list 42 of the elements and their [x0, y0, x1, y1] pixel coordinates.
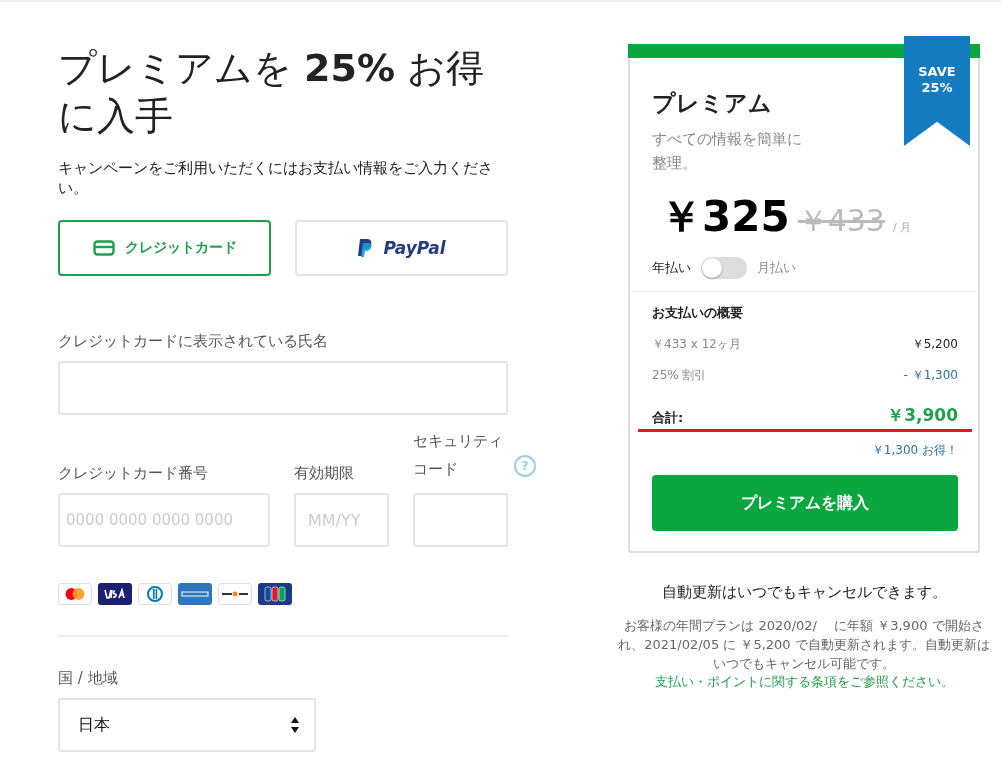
savings-text: ￥1,300 お得！: [871, 442, 958, 459]
plan-name: プレミアム: [652, 89, 773, 118]
page-heading: プレミアムを 25% お得に入手: [58, 45, 486, 140]
field-label: 有効期限: [294, 464, 355, 483]
country-select[interactable]: 日本: [58, 698, 316, 752]
save-ribbon: SAVE 25%: [904, 36, 970, 146]
card-logo-icon: [58, 583, 92, 605]
field-label: クレジットカードに表示されている氏名: [58, 332, 329, 351]
paypal-tab[interactable]: PayPal: [295, 220, 508, 276]
card-logo-icon: [138, 583, 172, 605]
billing-toggle[interactable]: [701, 257, 747, 279]
name-input-field[interactable]: [58, 361, 508, 415]
price-unit: / 月: [892, 220, 912, 235]
old-price: ￥433: [797, 202, 885, 240]
total-amount: ￥3,900: [887, 404, 958, 427]
card-logo-icon: [218, 583, 252, 605]
security-code-field[interactable]: [413, 493, 508, 547]
cancel-note: 自動更新はいつでもキャンセルできます。: [661, 583, 947, 602]
sort-arrows-icon: [290, 715, 300, 735]
toggle-label: 年払い: [652, 259, 691, 277]
summary-label: 25% 割引: [652, 367, 707, 384]
total-label: 合計:: [652, 409, 684, 427]
renewal-text: お客様の年間プランは 2020/02/ に年額 ￥3,900 で開始され、2021/02/05 に ￥5,200 で自動更新されます。自動更新はいつでもキャンセル可能です。: [618, 617, 990, 673]
card-logo-icon: [178, 583, 212, 605]
credit-card-tab[interactable]: クレジットカード: [58, 220, 271, 276]
field-label: セキュリティコード: [413, 431, 504, 480]
terms-link[interactable]: 支払い・ポイントに関する条項をご参照ください。: [654, 673, 954, 691]
summary-amount: - ￥1,300: [903, 367, 958, 384]
instruction-text: キャンペーンをご利用いただくにはお支払い情報をご入力ください。: [58, 158, 494, 198]
card-logo-icon: [98, 583, 132, 605]
credit-card-icon: [92, 240, 115, 256]
toggle-label: 月払い: [757, 259, 796, 277]
price: ￥325: [660, 191, 790, 243]
plan-description: すべての情報を簡単に整理。: [652, 129, 803, 174]
field-label: クレジットカード番号: [58, 464, 209, 483]
summary-title: お支払いの概要: [652, 304, 744, 322]
card-logo-icon: [258, 583, 292, 605]
summary-label: ￥433 x 12ヶ月: [652, 336, 741, 353]
field-label: 国 / 地域: [58, 669, 119, 688]
paypal-p-icon: [357, 238, 374, 258]
buy-button[interactable]: プレミアムを購入: [652, 475, 958, 531]
summary-amount: ￥5,200: [911, 336, 958, 353]
